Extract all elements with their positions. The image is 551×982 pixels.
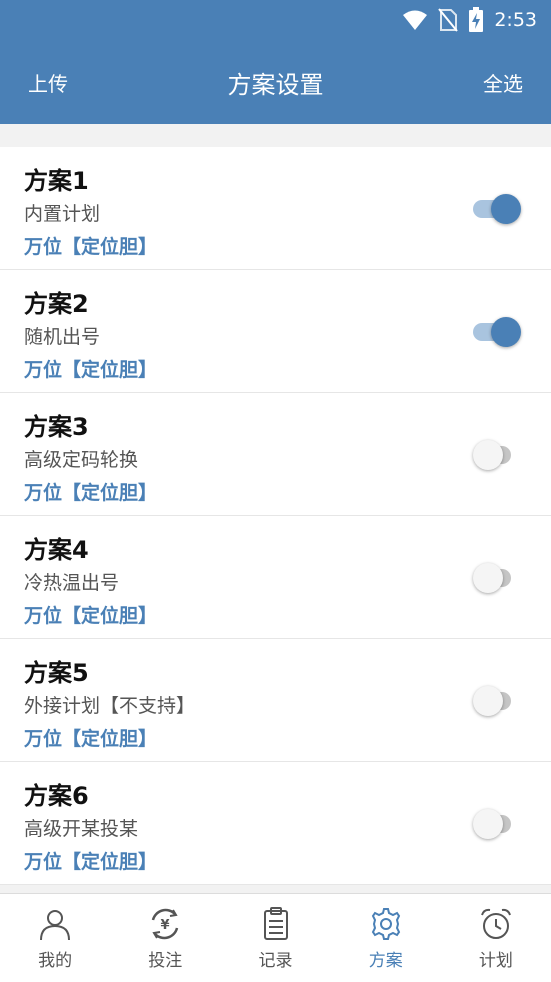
- plan-item[interactable]: 方案4 冷热温出号 万位【定位胆】: [0, 516, 551, 639]
- plan-item[interactable]: 方案6 高级开某投某 万位【定位胆】: [0, 762, 551, 885]
- plan-item[interactable]: 方案5 外接计划【不支持】 万位【定位胆】: [0, 639, 551, 762]
- plan-name: 方案2: [24, 290, 89, 318]
- plan-desc: 高级定码轮换: [24, 449, 139, 471]
- plan-toggle[interactable]: [473, 686, 521, 716]
- plan-name: 方案1: [24, 167, 89, 195]
- plan-item[interactable]: 方案1 内置计划 万位【定位胆】: [0, 147, 551, 270]
- plan-desc: 随机出号: [24, 326, 101, 348]
- svg-text:¥: ¥: [161, 918, 170, 933]
- plan-desc: 高级开某投某: [24, 818, 139, 840]
- user-icon: [40, 910, 71, 941]
- plan-toggle[interactable]: [473, 440, 521, 470]
- nav-label: 投注: [148, 951, 183, 971]
- plan-name: 方案3: [24, 413, 89, 441]
- plan-tag: 万位【定位胆】: [24, 482, 158, 504]
- wifi-icon: [403, 10, 428, 30]
- plan-toggle[interactable]: [473, 809, 521, 839]
- plan-tag: 万位【定位胆】: [24, 236, 158, 258]
- status-bar: 2:53: [402, 6, 537, 34]
- alarm-clock-icon: [480, 908, 511, 939]
- plan-item[interactable]: 方案2 随机出号 万位【定位胆】: [0, 270, 551, 393]
- nav-item-bet[interactable]: ¥ 投注: [110, 894, 220, 982]
- plan-name: 方案6: [24, 782, 89, 810]
- plan-desc: 冷热温出号: [24, 572, 120, 594]
- plan-name: 方案5: [24, 659, 89, 687]
- plan-name: 方案4: [24, 536, 89, 564]
- title-bar: 上传 方案设置 全选: [0, 56, 551, 108]
- plan-item[interactable]: 方案3 高级定码轮换 万位【定位胆】: [0, 393, 551, 516]
- plan-desc: 外接计划【不支持】: [24, 695, 196, 717]
- nav-item-record[interactable]: 记录: [220, 894, 330, 982]
- nav-label: 计划: [478, 951, 513, 971]
- nav-item-plan[interactable]: 方案: [331, 894, 441, 982]
- gear-icon: [371, 908, 400, 940]
- select-all-button[interactable]: 全选: [455, 68, 551, 97]
- plan-tag: 万位【定位胆】: [24, 851, 158, 873]
- battery-charging-icon: [469, 7, 484, 32]
- nav-item-mine[interactable]: 我的: [0, 894, 110, 982]
- plan-toggle[interactable]: [473, 194, 521, 224]
- plan-tag: 万位【定位胆】: [24, 605, 158, 627]
- plan-tag: 万位【定位胆】: [24, 728, 158, 750]
- plan-tag: 万位【定位胆】: [24, 359, 158, 381]
- no-sim-icon: [438, 8, 459, 32]
- yen-refresh-icon: ¥: [152, 908, 179, 940]
- plan-toggle[interactable]: [473, 317, 521, 347]
- status-time: 2:53: [494, 9, 537, 31]
- plan-toggle[interactable]: [473, 563, 521, 593]
- clipboard-icon: [263, 907, 288, 940]
- nav-label: 记录: [258, 951, 293, 971]
- upload-button[interactable]: 上传: [0, 68, 96, 97]
- header: 2:53 上传 方案设置 全选: [0, 0, 551, 124]
- plan-desc: 内置计划: [24, 203, 101, 225]
- nav-label: 我的: [38, 951, 73, 971]
- bottom-nav: 我的 ¥ 投注 记录 方案 计划: [0, 893, 551, 982]
- plan-list: 方案1 内置计划 万位【定位胆】 方案2 随机出号 万位【定位胆】 方案3 高级…: [0, 147, 551, 885]
- nav-item-schedule[interactable]: 计划: [441, 894, 551, 982]
- nav-label: 方案: [368, 951, 403, 971]
